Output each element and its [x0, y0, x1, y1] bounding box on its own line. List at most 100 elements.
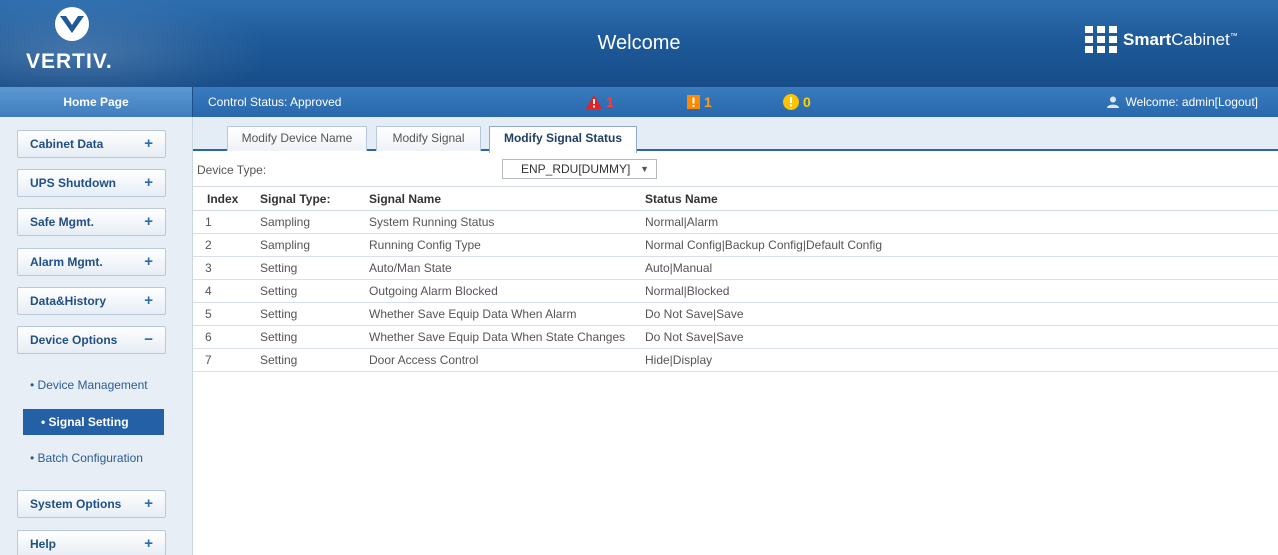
- cell-signal-name: Door Access Control: [369, 353, 479, 367]
- sidebar: Cabinet Data + UPS Shutdown + Safe Mgmt.…: [0, 117, 193, 555]
- cell-index: 1: [205, 215, 212, 229]
- major-alarm-icon: [687, 95, 700, 109]
- table-row[interactable]: 4 Setting Outgoing Alarm Blocked Normal|…: [193, 280, 1278, 303]
- expand-plus-icon: +: [144, 213, 153, 230]
- menu-label: System Options: [30, 497, 122, 511]
- menu-safe-mgmt[interactable]: Safe Mgmt. +: [17, 208, 166, 236]
- table-row[interactable]: 3 Setting Auto/Man State Auto|Manual: [193, 257, 1278, 280]
- status-bar: Home Page Control Status: Approved 1 1 0: [0, 87, 1278, 117]
- cell-signal-type: Sampling: [260, 238, 311, 252]
- table-row[interactable]: 2 Sampling Running Config Type Normal Co…: [193, 234, 1278, 257]
- device-type-row: Device Type: ENP_RDU[DUMMY] ▼: [193, 153, 1278, 187]
- major-alarm-count: 1: [704, 94, 712, 110]
- table-row[interactable]: 1 Sampling System Running Status Normal|…: [193, 211, 1278, 234]
- expand-plus-icon: +: [144, 495, 153, 512]
- collapse-minus-icon: −: [144, 331, 153, 348]
- cell-status-name[interactable]: Normal Config|Backup Config|Default Conf…: [645, 234, 882, 257]
- submenu-batch-configuration[interactable]: • Batch Configuration: [30, 451, 143, 465]
- control-status-text: Control Status: Approved: [208, 95, 342, 109]
- menu-data-history[interactable]: Data&History +: [17, 287, 166, 315]
- grid-logo-icon: [1085, 26, 1117, 53]
- user-icon: [1107, 96, 1120, 108]
- critical-alarm-indicator[interactable]: 1: [586, 87, 614, 117]
- header-signal-name: Signal Name: [369, 192, 442, 206]
- cell-signal-type: Setting: [260, 330, 298, 344]
- home-page-button[interactable]: Home Page: [0, 87, 193, 117]
- device-type-value: ENP_RDU[DUMMY]: [521, 162, 631, 176]
- table-row[interactable]: 6 Setting Whether Save Equip Data When S…: [193, 326, 1278, 349]
- device-type-select[interactable]: ENP_RDU[DUMMY] ▼: [502, 159, 657, 179]
- minor-alarm-count: 0: [803, 94, 811, 110]
- cell-signal-name: Outgoing Alarm Blocked: [369, 284, 498, 298]
- cell-status-name[interactable]: Auto|Manual: [645, 257, 712, 280]
- cell-status-name[interactable]: Hide|Display: [645, 349, 712, 372]
- cell-signal-type: Sampling: [260, 215, 311, 229]
- menu-label: Help: [30, 537, 57, 551]
- cell-signal-name: Auto/Man State: [369, 261, 452, 275]
- app-header: VERTIV. Welcome SmartCabinet™: [0, 0, 1278, 87]
- tab-modify-device-name[interactable]: Modify Device Name: [227, 126, 367, 151]
- menu-help[interactable]: Help +: [17, 530, 166, 555]
- menu-label: Safe Mgmt.: [30, 215, 95, 229]
- critical-alarm-icon: [586, 95, 602, 109]
- menu-device-options[interactable]: Device Options −: [17, 326, 166, 354]
- menu-alarm-mgmt[interactable]: Alarm Mgmt. +: [17, 248, 166, 276]
- cell-status-name[interactable]: Normal|Alarm: [645, 211, 718, 234]
- brand-name: SmartCabinet™: [1123, 30, 1238, 50]
- menu-label: Device Options: [30, 333, 118, 347]
- expand-plus-icon: +: [144, 292, 153, 309]
- logout-link[interactable]: [Logout]: [1215, 87, 1258, 117]
- cell-index: 5: [205, 307, 212, 321]
- menu-label: Data&History: [30, 294, 107, 308]
- brand-trademark: ™: [1229, 31, 1238, 41]
- cell-index: 2: [205, 238, 212, 252]
- table-header-row: Index Signal Type: Signal Name Status Na…: [193, 188, 1278, 211]
- cell-index: 3: [205, 261, 212, 275]
- expand-plus-icon: +: [144, 174, 153, 191]
- smartcabinet-brand: SmartCabinet™: [1085, 24, 1265, 60]
- cell-index: 4: [205, 284, 212, 298]
- submenu-device-management[interactable]: • Device Management: [30, 378, 148, 392]
- cell-signal-type: Setting: [260, 353, 298, 367]
- critical-alarm-count: 1: [606, 94, 614, 110]
- tab-bar: Modify Device Name Modify Signal Modify …: [193, 117, 1278, 153]
- cell-signal-name: Running Config Type: [369, 238, 481, 252]
- menu-label: Alarm Mgmt.: [30, 255, 103, 269]
- device-type-label: Device Type:: [197, 163, 267, 177]
- cell-status-name[interactable]: Do Not Save|Save: [645, 303, 744, 326]
- cell-index: 7: [205, 353, 212, 367]
- user-welcome: Welcome: admin [Logout]: [1107, 87, 1258, 117]
- major-alarm-indicator[interactable]: 1: [687, 87, 712, 117]
- cell-signal-type: Setting: [260, 307, 298, 321]
- menu-label: Cabinet Data: [30, 137, 104, 151]
- cell-status-name[interactable]: Do Not Save|Save: [645, 326, 744, 349]
- cell-signal-type: Setting: [260, 284, 298, 298]
- menu-system-options[interactable]: System Options +: [17, 490, 166, 518]
- brand-name-rest: Cabinet: [1171, 30, 1230, 49]
- cell-index: 6: [205, 330, 212, 344]
- header-index: Index: [207, 192, 239, 206]
- tab-modify-signal-status[interactable]: Modify Signal Status: [489, 126, 637, 153]
- dropdown-arrow-icon: ▼: [640, 164, 649, 174]
- minor-alarm-indicator[interactable]: 0: [783, 87, 811, 117]
- cell-signal-type: Setting: [260, 261, 298, 275]
- cell-signal-name: Whether Save Equip Data When State Chang…: [369, 330, 626, 344]
- header-status-name: Status Name: [645, 192, 718, 206]
- welcome-text: Welcome: admin: [1125, 95, 1215, 109]
- menu-label: UPS Shutdown: [30, 176, 116, 190]
- menu-cabinet-data[interactable]: Cabinet Data +: [17, 130, 166, 158]
- tab-modify-signal[interactable]: Modify Signal: [376, 126, 481, 151]
- cell-signal-name: System Running Status: [369, 215, 495, 229]
- menu-ups-shutdown[interactable]: UPS Shutdown +: [17, 169, 166, 197]
- expand-plus-icon: +: [144, 535, 153, 552]
- cell-status-name[interactable]: Normal|Blocked: [645, 280, 729, 303]
- table-row[interactable]: 5 Setting Whether Save Equip Data When A…: [193, 303, 1278, 326]
- brand-name-bold: Smart: [1123, 30, 1172, 49]
- expand-plus-icon: +: [144, 135, 153, 152]
- expand-plus-icon: +: [144, 253, 153, 270]
- header-signal-type: Signal Type:: [260, 192, 331, 206]
- submenu-signal-setting[interactable]: • Signal Setting: [23, 409, 164, 435]
- minor-alarm-icon: [783, 94, 799, 110]
- table-row[interactable]: 7 Setting Door Access Control Hide|Displ…: [193, 349, 1278, 372]
- cell-signal-name: Whether Save Equip Data When Alarm: [369, 307, 577, 321]
